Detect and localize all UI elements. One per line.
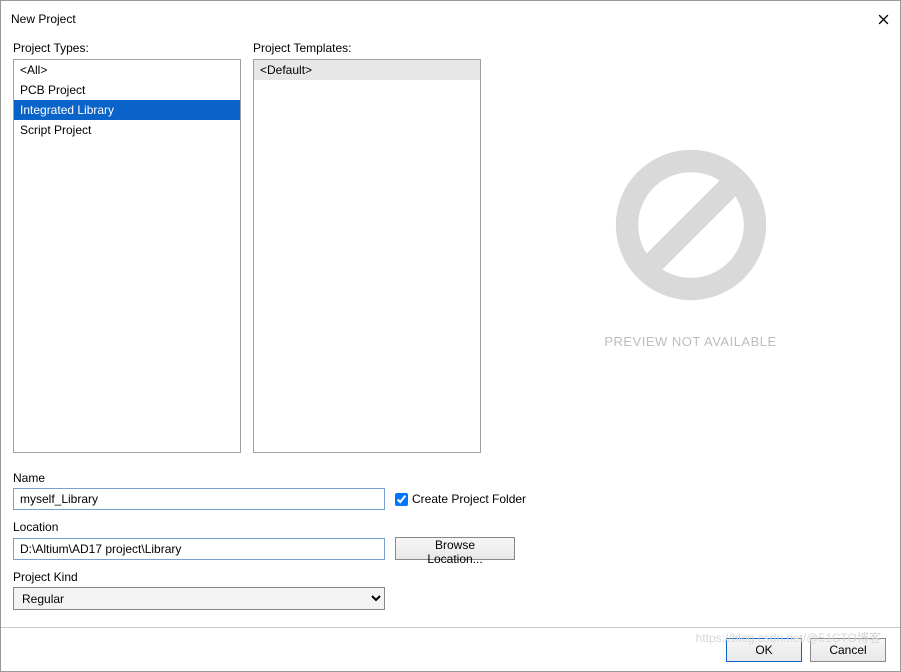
project-type-item[interactable]: PCB Project [14,80,240,100]
dialog-content: Project Types: <All> PCB Project Integra… [1,35,900,627]
kind-row: Regular [13,587,888,610]
project-type-item[interactable]: Script Project [14,120,240,140]
location-row: Browse Location... [13,537,888,560]
ok-button[interactable]: OK [726,638,802,662]
create-folder-checkbox-wrap[interactable]: Create Project Folder [395,492,526,506]
project-type-item[interactable]: <All> [14,60,240,80]
name-label: Name [13,471,888,485]
project-type-item-selected[interactable]: Integrated Library [14,100,240,120]
preview-body: PREVIEW NOT AVAILABLE [604,42,776,452]
project-types-label: Project Types: [13,41,241,55]
titlebar: New Project [1,1,900,35]
dialog-title: New Project [11,12,76,26]
new-project-dialog: New Project Project Types: <All> PCB Pro… [0,0,901,672]
browse-location-button[interactable]: Browse Location... [395,537,515,560]
project-kind-select[interactable]: Regular [13,587,385,610]
close-button[interactable] [876,12,890,26]
name-row: Create Project Folder [13,488,888,510]
upper-area: Project Types: <All> PCB Project Integra… [13,41,888,453]
project-types-list[interactable]: <All> PCB Project Integrated Library Scr… [13,59,241,453]
create-folder-checkbox[interactable] [395,493,408,506]
project-template-item-selected[interactable]: <Default> [254,60,480,80]
preview-column: PREVIEW NOT AVAILABLE [493,41,888,453]
close-icon [878,14,889,25]
create-folder-label: Create Project Folder [412,492,526,506]
location-input[interactable] [13,538,385,560]
no-preview-icon [611,145,771,308]
lower-area: Name Create Project Folder Location Brow… [13,467,888,620]
project-templates-label: Project Templates: [253,41,481,55]
preview-unavailable-text: PREVIEW NOT AVAILABLE [604,334,776,349]
cancel-button[interactable]: Cancel [810,638,886,662]
dialog-footer: OK Cancel [1,627,900,671]
project-templates-column: Project Templates: <Default> [253,41,481,453]
location-label: Location [13,520,888,534]
project-kind-label: Project Kind [13,570,888,584]
project-templates-list[interactable]: <Default> [253,59,481,453]
project-types-column: Project Types: <All> PCB Project Integra… [13,41,241,453]
name-input[interactable] [13,488,385,510]
